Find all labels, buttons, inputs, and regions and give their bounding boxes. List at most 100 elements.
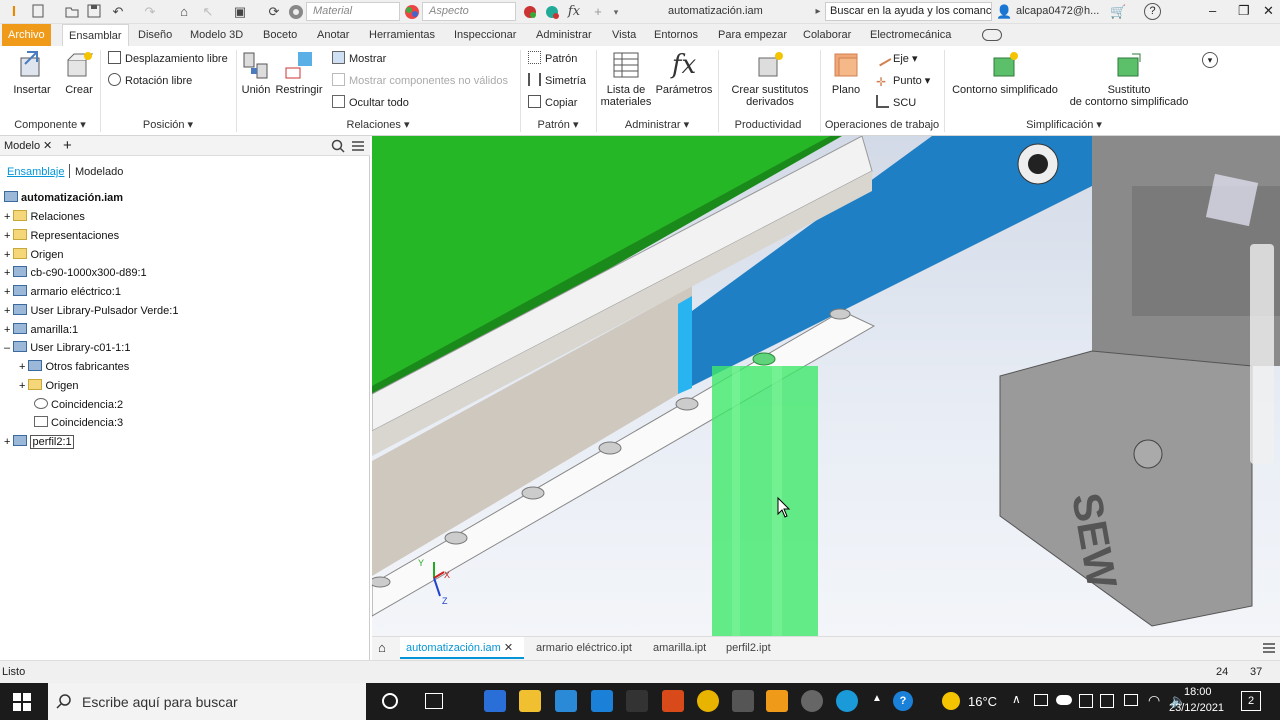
viewcube[interactable] xyxy=(1205,173,1259,227)
clear-appearance-icon[interactable] xyxy=(522,4,538,20)
new-file-icon[interactable] xyxy=(30,4,46,20)
office-icon[interactable] xyxy=(662,690,684,712)
menu-icon[interactable] xyxy=(351,139,365,156)
doc-tab[interactable]: perfil2.ipt xyxy=(726,637,771,659)
doc-tab[interactable]: amarilla.ipt xyxy=(653,637,706,659)
contorno-simplificado-button[interactable]: Contorno simplificado xyxy=(948,50,1062,96)
tab-anotar[interactable]: Anotar xyxy=(311,24,355,46)
select-icon[interactable]: ↖ xyxy=(200,4,216,20)
tab-entornos[interactable]: Entornos xyxy=(648,24,704,46)
windows-start-icon[interactable] xyxy=(13,693,31,714)
tree-item[interactable]: + Relaciones xyxy=(4,208,85,226)
tray-icon[interactable] xyxy=(1100,694,1114,708)
restringir-button[interactable]: Restringir xyxy=(274,50,324,96)
copiar-button[interactable]: Copiar xyxy=(528,94,577,112)
parameters-icon[interactable]: fx xyxy=(566,4,582,20)
group-simplificacion[interactable]: Simplificación ▾ xyxy=(944,117,1184,133)
group-relaciones[interactable]: Relaciones ▾ xyxy=(236,117,520,133)
browser-add-icon[interactable]: + xyxy=(63,137,72,154)
group-patron[interactable]: Patrón ▾ xyxy=(520,117,596,133)
tree-item[interactable]: Coincidencia:2 xyxy=(34,396,123,414)
battery-icon[interactable] xyxy=(1124,694,1138,706)
tree-item[interactable]: + Representaciones xyxy=(4,227,119,245)
group-administrar[interactable]: Administrar ▾ xyxy=(596,117,718,133)
tree-item[interactable]: + Otros fabricantes xyxy=(19,358,129,376)
undo-icon[interactable]: ↶ xyxy=(110,4,126,20)
tray-icon[interactable] xyxy=(1079,694,1093,708)
crear-sustitutos-button[interactable]: Crear sustitutos derivados xyxy=(724,50,816,108)
tree-item[interactable]: + Origen xyxy=(4,246,64,264)
inventor-logo-icon[interactable]: I xyxy=(6,4,22,20)
tab-inspeccionar[interactable]: Inspeccionar xyxy=(448,24,522,46)
tab-para-empezar[interactable]: Para empezar xyxy=(712,24,793,46)
tree-item[interactable]: Coincidencia:3 xyxy=(34,414,123,432)
redo-icon[interactable]: ↷ xyxy=(142,4,158,20)
tab-ensamblar[interactable]: Ensamblar xyxy=(62,24,129,46)
tray-chevron-icon[interactable]: ∧ xyxy=(1012,692,1021,706)
group-posicion[interactable]: Posición ▾ xyxy=(100,117,236,133)
appearance-icon[interactable] xyxy=(404,4,420,20)
crear-button[interactable]: Crear xyxy=(58,50,100,96)
help-icon[interactable]: ? xyxy=(1144,3,1161,20)
cortana-icon[interactable] xyxy=(382,693,398,709)
onedrive-icon[interactable] xyxy=(1056,695,1072,705)
graphics-viewport[interactable]: SEW Y X Z xyxy=(372,136,1280,636)
tree-item[interactable]: – User Library-c01-1:1 xyxy=(4,339,130,357)
simetria-button[interactable]: Simetría xyxy=(528,72,586,90)
ocultar-todo-button[interactable]: Ocultar todo xyxy=(332,94,409,112)
desplazamiento-libre-button[interactable]: Desplazamiento libre xyxy=(108,50,228,68)
clock-time[interactable]: 18:00 xyxy=(1184,686,1212,698)
lista-materiales-button[interactable]: Lista de materiales xyxy=(600,50,652,108)
doc-tab-close-icon[interactable]: ✕ xyxy=(504,642,513,654)
notification-center-icon[interactable]: 2 xyxy=(1241,691,1261,711)
plano-button[interactable]: Plano xyxy=(826,50,866,96)
chrome-icon[interactable] xyxy=(697,690,719,712)
subtab-modelado[interactable]: Modelado xyxy=(75,166,123,178)
cart-icon[interactable]: 🛒 xyxy=(1110,4,1126,20)
app-2-icon[interactable] xyxy=(801,690,823,712)
minimize-button[interactable]: – xyxy=(1209,3,1216,18)
tree-root[interactable]: automatización.iam xyxy=(4,189,123,207)
tab-archivo[interactable]: Archivo xyxy=(2,24,51,46)
punto-button[interactable]: ✛ Punto ▾ xyxy=(876,72,930,90)
update-icon[interactable]: ⟳ xyxy=(266,4,282,20)
add-icon[interactable]: + xyxy=(590,4,606,20)
tree-item[interactable]: + armario eléctrico:1 xyxy=(4,283,121,301)
ribbon-options-icon[interactable]: ▾ xyxy=(1202,52,1218,68)
edge-icon[interactable] xyxy=(836,690,858,712)
home-icon[interactable]: ⌂ xyxy=(176,4,192,20)
tree-item[interactable]: + Origen xyxy=(19,377,79,395)
group-componente[interactable]: Componente ▾ xyxy=(0,117,100,133)
customize-icon[interactable]: ▾ xyxy=(608,4,624,20)
save-icon[interactable] xyxy=(86,4,102,20)
tab-administrar[interactable]: Administrar xyxy=(530,24,598,46)
close-button[interactable]: ✕ xyxy=(1263,3,1274,19)
clock-date[interactable]: 23/12/2021 xyxy=(1169,702,1224,714)
wifi-icon[interactable]: ◠ xyxy=(1148,692,1160,709)
home-tab-icon[interactable]: ⌂ xyxy=(378,640,386,655)
appearance-combo[interactable]: Aspecto xyxy=(422,2,516,21)
tab-diseno[interactable]: Diseño xyxy=(132,24,178,46)
mostrar-button[interactable]: Mostrar xyxy=(332,50,386,68)
navigation-bar[interactable] xyxy=(1250,244,1274,464)
weather-icon[interactable] xyxy=(942,692,960,710)
adaptive-icon[interactable]: ▣ xyxy=(232,4,248,20)
taskbar-more-icon[interactable]: ▲ xyxy=(872,693,882,704)
mail-icon[interactable] xyxy=(591,690,613,712)
tab-vista[interactable]: Vista xyxy=(606,24,642,46)
tray-icon[interactable] xyxy=(1034,694,1048,706)
task-view-icon[interactable] xyxy=(425,693,443,709)
dropbox-icon[interactable] xyxy=(484,690,506,712)
tree-item[interactable]: + amarilla:1 xyxy=(4,321,78,339)
search-icon[interactable] xyxy=(331,139,345,156)
sustituto-contorno-button[interactable]: Sustituto de contorno simplificado xyxy=(1064,50,1194,108)
rotacion-libre-button[interactable]: Rotación libre xyxy=(108,72,192,90)
material-combo[interactable]: Material xyxy=(306,2,400,21)
store-icon[interactable] xyxy=(555,690,577,712)
doc-tab[interactable]: armario eléctrico.ipt xyxy=(536,637,632,659)
tree-item[interactable]: + User Library-Pulsador Verde:1 xyxy=(4,302,178,320)
parametros-button[interactable]: fx Parámetros xyxy=(654,50,714,96)
material-ball-icon[interactable] xyxy=(288,4,304,20)
tab-electromecanica[interactable]: Electromecánica xyxy=(864,24,957,46)
help-search-input[interactable]: Buscar en la ayuda y los comanc xyxy=(825,2,992,21)
